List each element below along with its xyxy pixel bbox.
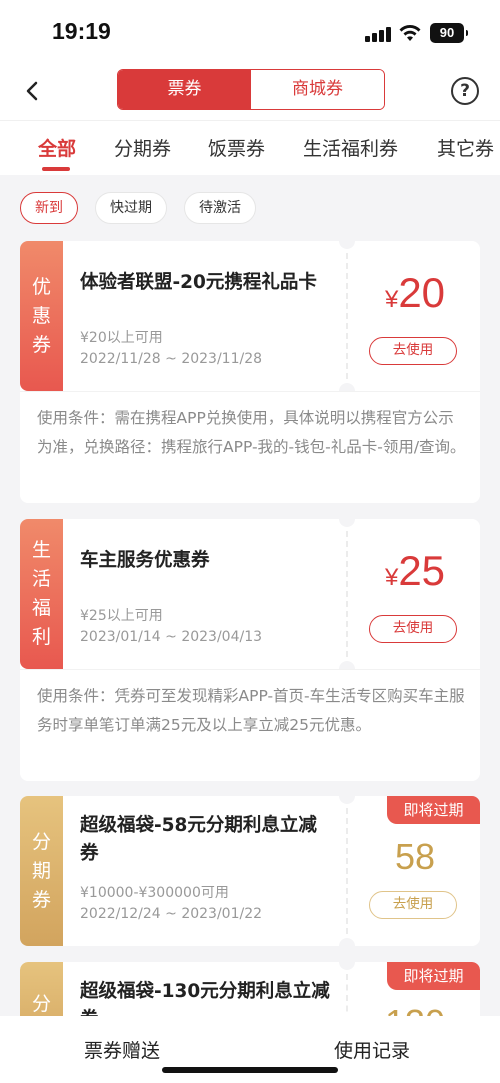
tag-char: 券: [31, 888, 51, 911]
tag-char: 活: [31, 568, 51, 590]
card-notch: [339, 962, 355, 970]
coupon-amount: ¥25: [360, 547, 470, 595]
tab-meal[interactable]: 饭票券: [208, 134, 265, 161]
coupon-amount: ¥20: [360, 269, 470, 317]
active-tab-indicator: [42, 167, 70, 171]
dashed-divider: [346, 531, 348, 657]
coupon-validity: 2022/11/28 ~ 2023/11/28: [80, 351, 263, 367]
home-indicator: [162, 1067, 338, 1073]
wifi-icon: [399, 25, 421, 41]
tag-char: 利: [31, 626, 51, 648]
coupon-type-tag: 优 惠 券: [20, 241, 63, 391]
coupon-min-spend: ¥20以上可用: [80, 330, 163, 346]
tag-char: 分: [31, 993, 51, 1015]
card-notch: [339, 796, 355, 804]
filter-inactive[interactable]: 待激活: [184, 192, 256, 224]
use-button[interactable]: 去使用: [369, 891, 457, 919]
coupon-min-spend: ¥10000-¥300000可用: [80, 885, 229, 901]
use-button[interactable]: 去使用: [369, 337, 457, 365]
coupon-type-tag: 生 活 福 利: [20, 519, 63, 669]
tab-life-welfare[interactable]: 生活福利券: [303, 134, 398, 161]
tag-char: 券: [31, 333, 51, 356]
coupon-title: 体验者联盟-20元携程礼品卡: [80, 272, 317, 293]
dashed-divider: [346, 253, 348, 379]
battery-icon: 90: [430, 23, 468, 43]
tab-all[interactable]: 全部: [38, 134, 76, 161]
expiring-badge: 即将过期: [387, 962, 480, 990]
card-separator: [20, 669, 480, 670]
coupon-amount: 58: [360, 836, 470, 878]
card-notch: [339, 383, 355, 391]
filter-new[interactable]: 新到: [20, 192, 78, 224]
coupon-title: 车主服务优惠券: [80, 550, 210, 571]
coupon-main: 优 惠 券 体验者联盟-20元携程礼品卡 ¥20以上可用 2022/11/28 …: [20, 241, 480, 391]
usage-records-button[interactable]: 使用记录: [334, 1036, 410, 1063]
coupon-min-spend: ¥25以上可用: [80, 608, 163, 624]
amount-value: 20: [398, 269, 446, 316]
coupon-card: 生 活 福 利 车主服务优惠券 ¥25以上可用 2023/01/14 ~ 202…: [20, 519, 480, 781]
use-button[interactable]: 去使用: [369, 615, 457, 643]
status-time: 19:19: [52, 18, 111, 44]
category-tabs: 全部 分期券 饭票券 生活福利券 其它券: [0, 120, 500, 175]
coupon-validity: 2022/12/24 ~ 2023/01/22: [80, 906, 263, 922]
currency-symbol: ¥: [384, 564, 399, 591]
tag-char: 生: [31, 539, 51, 561]
expiring-badge: 即将过期: [387, 796, 480, 824]
amount-value: 58: [394, 836, 436, 877]
segment-control: 票券 商城券: [117, 69, 385, 110]
tag-char: 惠: [31, 304, 51, 327]
card-notch: [339, 519, 355, 527]
coupon-conditions: 使用条件：凭券可至发现精彩APP-首页-车生活专区购买车主服务时享单笔订单满25…: [37, 687, 465, 734]
tag-char: 福: [31, 597, 51, 619]
nav-header: 票券 商城券 ?: [0, 62, 500, 120]
segment-tickets[interactable]: 票券: [118, 70, 251, 109]
tag-char: 优: [31, 275, 51, 298]
coupon-card: 优 惠 券 体验者联盟-20元携程礼品卡 ¥20以上可用 2022/11/28 …: [20, 241, 480, 503]
coupon-main: 生 活 福 利 车主服务优惠券 ¥25以上可用 2023/01/14 ~ 202…: [20, 519, 480, 669]
filter-expiring[interactable]: 快过期: [95, 192, 167, 224]
segment-mall-coupons[interactable]: 商城券: [251, 70, 384, 109]
card-separator: [20, 391, 480, 392]
gift-tickets-button[interactable]: 票券赠送: [84, 1036, 160, 1063]
cellular-signal-icon: [365, 26, 391, 42]
coupon-card: 分 期 券 超级福袋-58元分期利息立减券 ¥10000-¥300000可用 2…: [20, 796, 480, 946]
coupon-main: 分 期 券 超级福袋-58元分期利息立减券 ¥10000-¥300000可用 2…: [20, 796, 480, 946]
currency-symbol: ¥: [384, 286, 399, 313]
dashed-divider: [346, 808, 348, 934]
tag-char: 期: [31, 859, 51, 882]
coupon-type-tag: 分 期 券: [20, 796, 63, 946]
coupon-conditions: 使用条件：需在携程APP兑换使用，具体说明以携程官方公示为准，兑换路径：携程旅行…: [37, 409, 466, 456]
coupon-title: 超级福袋-58元分期利息立减券: [80, 815, 317, 864]
status-bar: 19:19 90: [0, 0, 500, 62]
tab-other[interactable]: 其它券: [437, 134, 494, 161]
tag-char: 分: [31, 830, 51, 853]
coupon-validity: 2023/01/14 ~ 2023/04/13: [80, 629, 263, 645]
tab-installment[interactable]: 分期券: [114, 134, 171, 161]
card-notch: [339, 241, 355, 249]
amount-value: 25: [398, 547, 446, 594]
card-notch: [339, 661, 355, 669]
help-icon[interactable]: ?: [451, 77, 479, 105]
card-notch: [339, 938, 355, 946]
back-chevron-icon[interactable]: [22, 76, 44, 106]
